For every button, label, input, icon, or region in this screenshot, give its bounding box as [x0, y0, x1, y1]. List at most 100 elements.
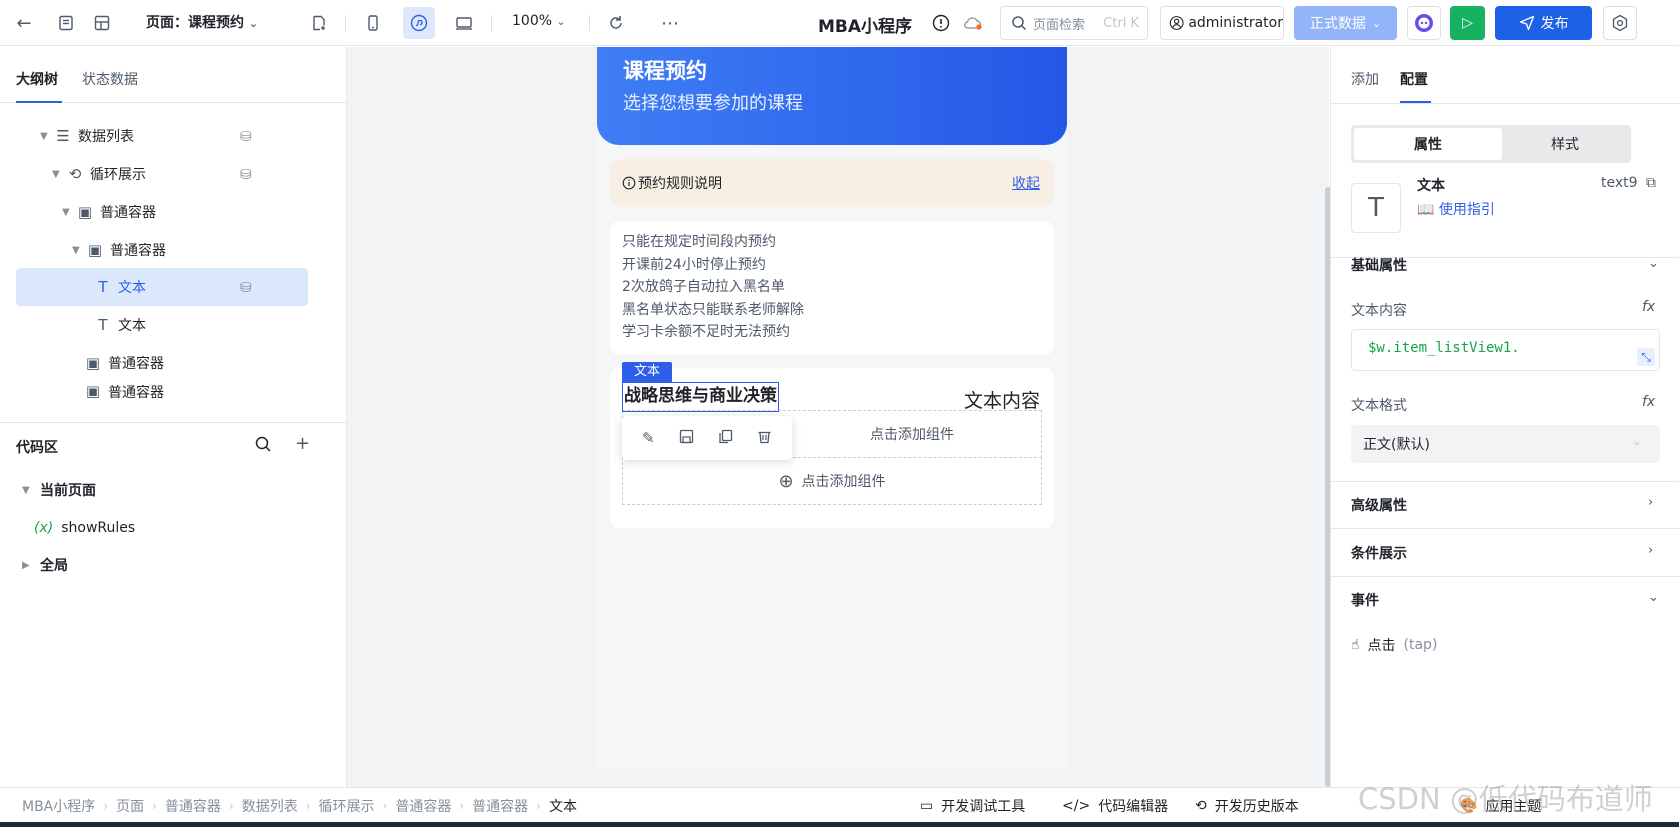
tab-outline-tree[interactable]: 大纲树 — [16, 69, 58, 89]
more-icon[interactable]: ⋯ — [654, 7, 686, 39]
breadcrumb-item[interactable]: 普通容器 — [395, 796, 451, 816]
layout-icon[interactable] — [86, 7, 118, 39]
page-selector[interactable]: 页面：课程预约 ⌄ — [146, 12, 258, 32]
breadcrumb-item[interactable]: 循环展示 — [319, 796, 375, 816]
search-placeholder: 页面检索 — [1033, 17, 1086, 33]
chevron-down-icon: ⌄ — [248, 17, 259, 30]
settings-button[interactable] — [1603, 6, 1637, 40]
copy-icon[interactable]: ⧉ — [1646, 175, 1656, 191]
chevron-down-icon: ⌄ — [1631, 434, 1642, 448]
page-list-icon[interactable] — [50, 7, 82, 39]
tree-item-container[interactable]: ▣ 普通容器 — [82, 382, 320, 402]
copy-icon[interactable] — [718, 429, 733, 448]
text-content-expression-input[interactable]: $w.item_listView1. ⤡ — [1351, 329, 1660, 371]
database-icon: ⛁ — [240, 280, 252, 296]
ai-assistant-button[interactable] — [1407, 6, 1441, 40]
section-basic-props[interactable]: 基础属性 — [1351, 255, 1407, 275]
breadcrumb-item[interactable]: MBA小程序 — [22, 796, 95, 816]
user-menu[interactable]: administrator — [1160, 6, 1284, 40]
chevron-right-icon: › — [536, 799, 541, 813]
fx-icon[interactable]: fx — [1642, 299, 1655, 315]
user-name: administrator — [1188, 15, 1283, 31]
cloud-status-icon[interactable] — [957, 7, 989, 39]
save-icon[interactable] — [679, 429, 694, 448]
history-icon: ⟲ — [1195, 798, 1207, 814]
data-env-select[interactable]: 正式数据 ⌄ — [1294, 6, 1397, 40]
tree-item-container[interactable]: ▣ 普通容器 — [82, 344, 320, 382]
variable-icon: (x) — [34, 520, 54, 536]
publish-button[interactable]: 发布 — [1495, 6, 1592, 40]
mobile-view-icon[interactable] — [357, 7, 389, 39]
chevron-down-icon[interactable]: ⌄ — [1648, 590, 1659, 605]
back-arrow-icon[interactable]: ← — [8, 7, 40, 39]
component-id: text9 ⧉ — [1601, 175, 1656, 191]
add-component-slot[interactable]: ⊕ 点击添加组件 — [622, 457, 1042, 505]
rules-label: 预约规则说明 — [638, 176, 722, 192]
code-current-page[interactable]: ▼ 当前页面 — [22, 471, 322, 509]
breadcrumb-item[interactable]: 页面 — [116, 796, 144, 816]
dev-debug-tools-button[interactable]: ▭ 开发调试工具 — [920, 796, 1025, 816]
miniprogram-view-icon[interactable] — [403, 7, 435, 39]
section-events[interactable]: 事件 — [1351, 590, 1379, 610]
zoom-selector[interactable]: 100% ⌄ — [512, 13, 566, 29]
section-advanced-props[interactable]: 高级属性 — [1351, 495, 1407, 515]
app-theme-button[interactable]: 🎨 应用主题 — [1460, 796, 1541, 816]
trash-icon[interactable] — [757, 429, 772, 448]
text-format-select[interactable]: 正文(默认) ⌄ — [1351, 425, 1660, 463]
tree-item-container[interactable]: ▼ ▣ 普通容器 — [62, 193, 320, 231]
code-var-showrules[interactable]: (x) showRules — [34, 509, 322, 547]
breadcrumb-current[interactable]: 文本 — [549, 796, 577, 816]
chevron-right-icon[interactable]: › — [1648, 543, 1653, 558]
usage-guide-link[interactable]: 📖 使用指引 — [1417, 199, 1495, 219]
expand-icon[interactable]: ⤡ — [1637, 348, 1655, 366]
code-area: 代码区 + ▼ 当前页面 (x) showRules ▶ 全局 — [0, 422, 346, 787]
tree-item-text-selected[interactable]: T 文本 — [16, 268, 308, 306]
dev-history-button[interactable]: ⟲ 开发历史版本 — [1195, 796, 1299, 816]
preview-button[interactable]: ▷ — [1450, 6, 1485, 40]
chevron-right-icon[interactable]: › — [1648, 495, 1653, 510]
edit-icon[interactable]: ✎ — [642, 429, 655, 447]
code-area-title: 代码区 — [16, 440, 58, 456]
tree-item-loop[interactable]: ▼ ⟲ 循环展示 — [52, 155, 320, 193]
tab-config[interactable]: 配置 — [1400, 69, 1428, 89]
tree-item-label: 文本 — [118, 318, 146, 334]
section-conditional-display[interactable]: 条件展示 — [1351, 543, 1407, 563]
breadcrumb-item[interactable]: 普通容器 — [472, 796, 528, 816]
info-icon[interactable] — [925, 7, 957, 39]
search-shortcut: Ctrl K — [1103, 15, 1139, 31]
palette-icon: 🎨 — [1460, 798, 1478, 814]
code-global[interactable]: ▶ 全局 — [22, 546, 322, 584]
tree-item-container[interactable]: ▼ ▣ 普通容器 — [72, 231, 320, 269]
tree-item-label: 普通容器 — [108, 385, 164, 401]
add-page-icon[interactable] — [303, 7, 335, 39]
fx-icon[interactable]: fx — [1642, 394, 1655, 410]
chevron-down-icon[interactable]: ⌄ — [1648, 256, 1659, 271]
refresh-icon[interactable] — [600, 7, 632, 39]
tree-item-label: 数据列表 — [78, 129, 134, 145]
tree-item-data-list[interactable]: ▼ ☰ 数据列表 — [40, 117, 320, 155]
ai-assistant-icon — [1415, 14, 1433, 32]
desktop-view-icon[interactable] — [448, 7, 480, 39]
plus-icon[interactable]: + — [295, 433, 310, 454]
hero-subtitle: 选择您想要参加的课程 — [623, 93, 803, 114]
tree-item-text[interactable]: T 文本 — [92, 306, 320, 344]
search-icon[interactable] — [254, 435, 272, 458]
code-editor-button[interactable]: </> 代码编辑器 — [1062, 796, 1168, 816]
rules-header[interactable]: 预约规则说明 收起 — [610, 159, 1054, 207]
rules-collapse-link[interactable]: 收起 — [1012, 173, 1040, 193]
text-content-placeholder[interactable]: 文本内容 — [964, 386, 1040, 413]
course-name-text[interactable]: 战略思维与商业决策 — [622, 382, 779, 412]
send-icon — [1519, 15, 1534, 31]
seg-styles[interactable]: 样式 — [1502, 128, 1628, 160]
caret-down-icon: ▼ — [72, 244, 80, 256]
tab-add[interactable]: 添加 — [1351, 69, 1379, 89]
search-icon — [1012, 16, 1027, 31]
breadcrumb-item[interactable]: 数据列表 — [242, 796, 298, 816]
breadcrumb-item[interactable]: 普通容器 — [165, 796, 221, 816]
page-search-input[interactable]: 页面检索 Ctrl K — [1000, 6, 1148, 40]
design-canvas[interactable]: 课程预约 选择您想要参加的课程 预约规则说明 收起 只能在规定时间段内预约 开课… — [347, 47, 1331, 787]
divider — [345, 15, 346, 31]
event-click-tap[interactable]: ☝ 点击 (tap) — [1351, 635, 1437, 655]
tab-state-data[interactable]: 状态数据 — [82, 69, 138, 89]
seg-properties[interactable]: 属性 — [1354, 128, 1502, 160]
